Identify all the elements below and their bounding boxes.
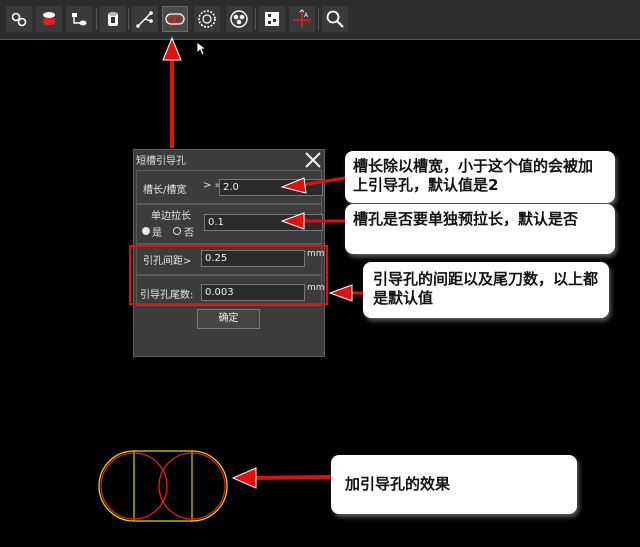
- annotation-layer: [98, 36, 363, 522]
- arrow-to-ratio: [280, 176, 346, 194]
- arrow-to-toolbar: [162, 36, 182, 148]
- arrow-to-effect: [231, 467, 332, 489]
- slot-guide-hole-preview: [98, 450, 228, 522]
- arrow-to-spacing: [328, 284, 363, 302]
- arrow-to-stretch: [280, 212, 345, 230]
